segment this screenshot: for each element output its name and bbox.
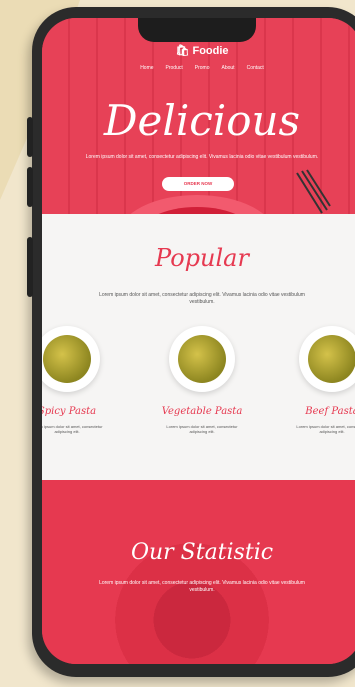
nav-contact[interactable]: Contact: [247, 65, 264, 71]
pasta-plate-image: [130, 195, 264, 214]
dish-name: Spicy Pasta: [42, 406, 97, 417]
brand-logo[interactable]: 🛍 Foodie: [42, 44, 355, 57]
dish-description: Lorem ipsum dolor sit amet, consectetur …: [296, 424, 355, 434]
dish-plate-image: [169, 326, 235, 392]
dish-card-spicy-pasta[interactable]: Spicy Pasta Lorem ipsum dolor sit amet, …: [42, 326, 112, 446]
nav-home[interactable]: Home: [140, 65, 153, 71]
popular-section: Popular Lorem ipsum dolor sit amet, cons…: [42, 214, 355, 480]
volume-up-button: [27, 117, 33, 157]
dish-name: Vegetable Pasta: [161, 406, 243, 417]
brand-name: Foodie: [192, 45, 229, 57]
phone-notch: [138, 18, 256, 42]
hero-description: Lorem ipsum dolor sit amet, consectetur …: [85, 154, 319, 160]
hero-section: 🛍 Foodie Home Product Promo About Contac…: [42, 18, 355, 214]
phone-screen: 🛍 Foodie Home Product Promo About Contac…: [42, 18, 355, 664]
fork-icon: [296, 169, 331, 214]
dish-plate-image: [299, 326, 355, 392]
popular-title: Popular: [155, 244, 249, 272]
nav-about[interactable]: About: [222, 65, 235, 71]
nav-product[interactable]: Product: [166, 65, 183, 71]
order-now-button[interactable]: ORDER NOW: [162, 177, 234, 191]
statistic-description: Lorem ipsum dolor sit amet, consectetur …: [99, 580, 305, 593]
dish-card-vegetable-pasta[interactable]: Vegetable Pasta Lorem ipsum dolor sit am…: [157, 326, 247, 446]
power-button: [27, 237, 33, 297]
dish-description: Lorem ipsum dolor sit amet, consectetur …: [42, 424, 103, 434]
hero-title: Delicious: [103, 96, 301, 145]
dish-plate-image: [42, 326, 100, 392]
statistic-section: Our Statistic Lorem ipsum dolor sit amet…: [42, 480, 355, 664]
volume-down-button: [27, 167, 33, 207]
dish-name: Beef Pasta: [305, 406, 355, 417]
dish-card-beef-pasta[interactable]: Beef Pasta Lorem ipsum dolor sit amet, c…: [287, 326, 355, 446]
statistic-title: Our Statistic: [130, 540, 274, 565]
dish-description: Lorem ipsum dolor sit amet, consectetur …: [166, 424, 238, 434]
nav-promo[interactable]: Promo: [195, 65, 210, 71]
shopping-bag-icon: 🛍: [175, 45, 190, 57]
popular-description: Lorem ipsum dolor sit amet, consectetur …: [99, 292, 305, 305]
main-nav: Home Product Promo About Contact: [42, 65, 355, 71]
